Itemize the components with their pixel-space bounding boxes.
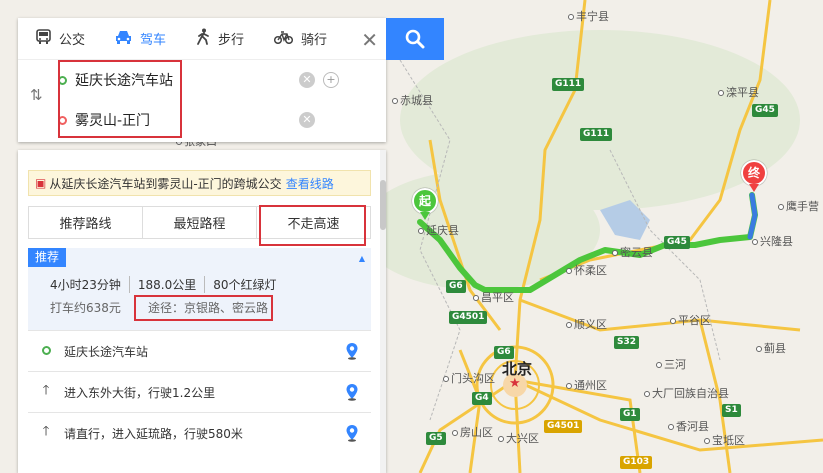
end-pin-label: 终 — [741, 160, 767, 186]
bus-icon — [36, 28, 51, 49]
end-dot-icon — [58, 115, 67, 125]
map-place-label: 顺义区 — [566, 316, 607, 332]
road-shield: G111 — [580, 128, 613, 141]
route-preference-tabs: 推荐路线 最短路程 不走高速 — [28, 206, 371, 239]
tab-walk-label: 步行 — [218, 33, 245, 48]
route-stats: 4小时23分钟 188.0公里 80个红绿灯 — [50, 276, 285, 293]
tab-shortest[interactable]: 最短路程 — [143, 207, 257, 238]
locate-pin-icon[interactable] — [345, 424, 359, 442]
road-shield: G1 — [620, 408, 640, 421]
start-input[interactable] — [75, 72, 275, 88]
tab-bus[interactable]: 公交 — [18, 18, 97, 60]
tab-drive-label: 驾车 — [140, 33, 167, 48]
scrollbar[interactable] — [380, 150, 386, 473]
map-place-label: 怀柔区 — [566, 262, 607, 278]
map-place-label: 房山区 — [452, 424, 493, 440]
end-row: ✕ — [58, 100, 358, 140]
map-place-label: 香河县 — [668, 418, 709, 434]
map-place-label: 通州区 — [566, 377, 607, 393]
road-shield: G4501 — [544, 420, 583, 433]
map-place-label: 延庆县 — [418, 222, 459, 238]
route-distance: 188.0公里 — [130, 276, 206, 293]
clear-end-icon[interactable]: ✕ — [299, 112, 315, 128]
route-step[interactable]: 🡑 进入东外大街，行驶1.2公里 — [28, 371, 371, 412]
cross-city-notice: ▣ 从延庆长途汽车站到雾灵山-正门的跨城公交 查看线路 — [28, 170, 371, 196]
locate-pin-icon[interactable] — [345, 342, 359, 360]
swap-icon[interactable]: ⇅ — [30, 86, 43, 104]
route-step[interactable]: 延庆长途汽车站 — [28, 330, 371, 371]
map-place-label: 兴隆县 — [752, 233, 793, 249]
tab-bike[interactable]: 骑行 — [256, 18, 339, 60]
route-summary-card[interactable]: 推荐 ▲ 4小时23分钟 188.0公里 80个红绿灯 打车约638元 途径：京… — [28, 248, 371, 330]
step-text: 进入东外大街，行驶1.2公里 — [64, 385, 216, 400]
bus-small-icon: ▣ — [35, 176, 47, 190]
route-result-panel: ▣ 从延庆长途汽车站到雾灵山-正门的跨城公交 查看线路 推荐路线 最短路程 不走… — [18, 150, 386, 473]
end-pin[interactable]: 终 — [741, 160, 767, 192]
taxi-cost: 打车约638元 — [50, 301, 121, 315]
start-pin-label: 起 — [412, 188, 438, 214]
road-shield: G4 — [472, 392, 492, 405]
road-shield: G5 — [426, 432, 446, 445]
capital-star-icon: ★ — [509, 376, 521, 391]
road-shield: S1 — [722, 404, 741, 417]
start-ring-icon — [28, 344, 64, 359]
close-icon[interactable]: ✕ — [361, 28, 378, 52]
tab-recommended[interactable]: 推荐路线 — [29, 207, 143, 238]
end-input[interactable] — [75, 112, 275, 128]
map-place-label: 丰宁县 — [568, 8, 609, 24]
walk-icon — [196, 28, 210, 49]
route-via: 途径：京银路、密云路 — [148, 301, 269, 315]
route-time: 4小时23分钟 — [50, 276, 130, 293]
route-lights: 80个红绿灯 — [213, 278, 277, 292]
map-place-label: 平谷区 — [670, 312, 711, 328]
road-shield: G45 — [664, 236, 690, 249]
map-place-label: 赤城县 — [392, 92, 433, 108]
map-place-label: 大厂回族自治县 — [644, 385, 729, 401]
tab-bus-label: 公交 — [59, 33, 86, 48]
clear-start-icon[interactable]: ✕ — [299, 72, 315, 88]
transport-mode-tabs: 公交 驾车 步行 骑行 ✕ — [18, 18, 386, 60]
start-pin[interactable]: 起 — [412, 188, 438, 220]
search-icon — [405, 29, 425, 49]
road-shield: G111 — [552, 78, 585, 91]
straight-arrow-icon: 🡑 — [42, 383, 50, 398]
car-icon — [115, 29, 132, 48]
search-button[interactable] — [386, 18, 444, 60]
add-waypoint-icon[interactable]: + — [323, 72, 339, 88]
step-text: 延庆长途汽车站 — [64, 344, 149, 359]
straight-arrow-icon: 🡑 — [42, 424, 50, 439]
tab-walk[interactable]: 步行 — [178, 18, 256, 60]
map-place-label: 滦平县 — [718, 84, 759, 100]
tab-bike-label: 骑行 — [301, 33, 328, 48]
road-shield: G45 — [752, 104, 778, 117]
tab-no-highway[interactable]: 不走高速 — [257, 207, 370, 238]
map-place-label: 三河 — [656, 356, 686, 372]
map-place-label: 鹰手营 — [778, 198, 819, 214]
map-place-label: 密云县 — [612, 244, 653, 260]
road-shield: G4501 — [449, 311, 488, 324]
locate-pin-icon[interactable] — [345, 383, 359, 401]
start-dot-icon — [58, 75, 67, 85]
notice-text: 从延庆长途汽车站到雾灵山-正门的跨城公交 — [49, 176, 282, 191]
recommended-badge: 推荐 — [28, 248, 67, 267]
map-place-label: 门头沟区 — [443, 370, 495, 386]
road-shield: S32 — [614, 336, 640, 349]
tab-drive[interactable]: 驾车 — [97, 18, 178, 60]
map-place-label: 昌平区 — [473, 289, 514, 305]
route-search-panel: 公交 驾车 步行 骑行 ✕ ⇅ ✕ + ✕ — [18, 18, 386, 142]
map-place-label: 宝坻区 — [704, 432, 745, 448]
road-shield: G6 — [494, 346, 514, 359]
collapse-arrow-icon[interactable]: ▲ — [359, 254, 365, 263]
bike-icon — [273, 29, 294, 48]
road-shield: G6 — [446, 280, 466, 293]
road-shield: G103 — [620, 456, 653, 469]
view-route-link[interactable]: 查看线路 — [286, 175, 334, 192]
map-place-label: 蓟县 — [756, 340, 786, 356]
step-text: 请直行，进入延琉路，行驶580米 — [64, 426, 243, 441]
map-place-label: 大兴区 — [498, 430, 539, 446]
scrollbar-thumb[interactable] — [380, 180, 386, 230]
start-row: ✕ + — [58, 60, 358, 100]
route-step[interactable]: 🡑 请直行，进入延琉路，行驶580米 — [28, 412, 371, 453]
